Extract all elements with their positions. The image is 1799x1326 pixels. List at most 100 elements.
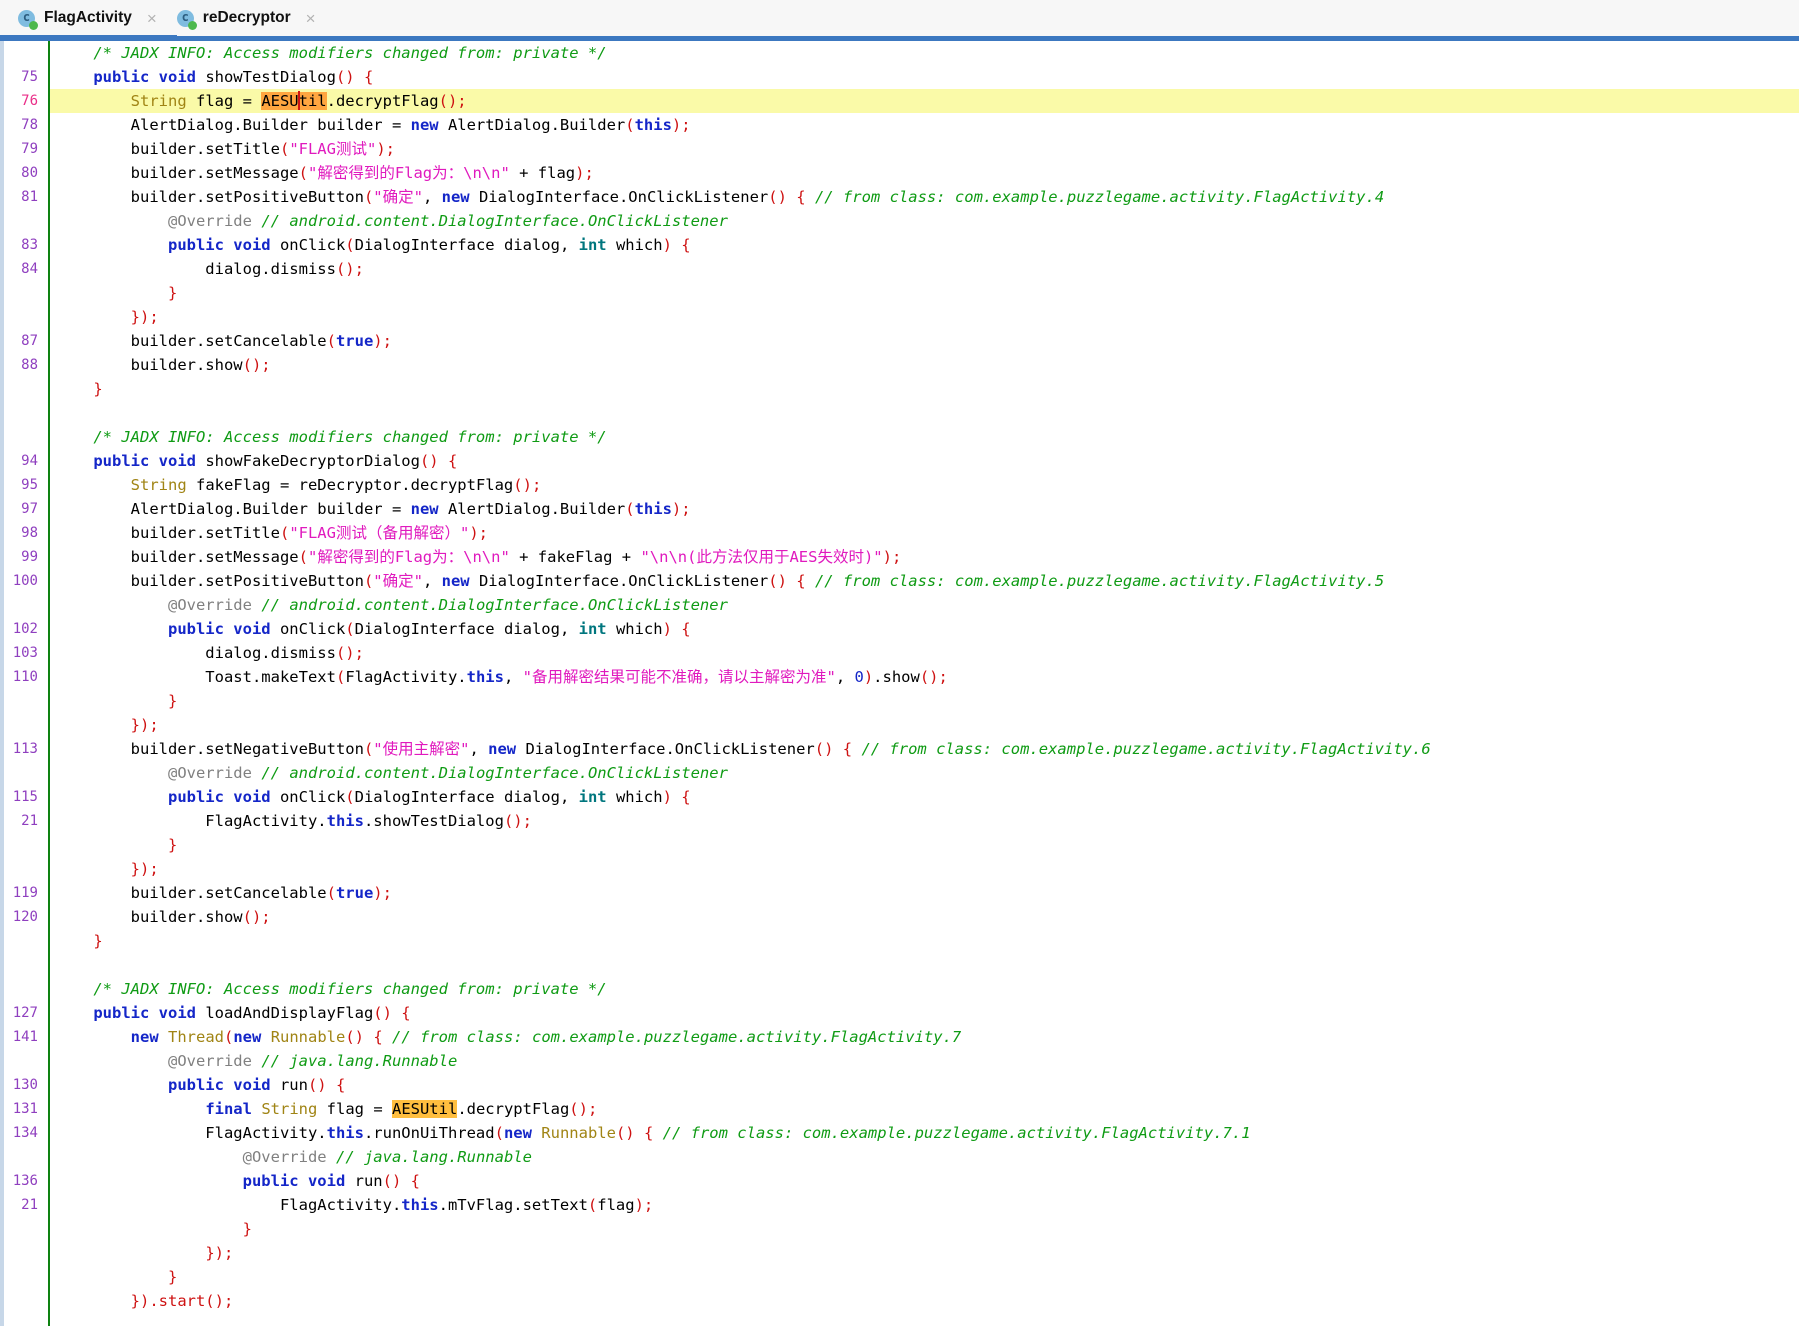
- code-line[interactable]: /* JADX INFO: Access modifiers changed f…: [0, 425, 1799, 449]
- line-number: 80: [0, 161, 38, 185]
- code-token: ();: [336, 644, 364, 662]
- code-line[interactable]: 120 builder.show();: [0, 905, 1799, 929]
- code-token: );: [635, 1196, 654, 1214]
- code-token: new: [411, 500, 439, 518]
- code-token: (: [345, 236, 354, 254]
- close-icon[interactable]: ×: [147, 10, 157, 27]
- code-token: public void: [93, 68, 196, 86]
- code-line[interactable]: 94 public void showFakeDecryptorDialog()…: [0, 449, 1799, 473]
- code-token: });: [131, 860, 159, 878]
- code-token: [56, 620, 168, 638]
- code-line[interactable]: }: [0, 1265, 1799, 1289]
- search-highlight-current: til: [299, 92, 327, 110]
- code-line[interactable]: 97 AlertDialog.Builder builder = new Ale…: [0, 497, 1799, 521]
- tab-redecryptor[interactable]: c reDecryptor ×: [171, 0, 330, 36]
- code-line[interactable]: 21 FlagActivity.this.mTvFlag.setText(fla…: [0, 1193, 1799, 1217]
- code-line[interactable]: @Override // java.lang.Runnable: [0, 1145, 1799, 1169]
- code-line[interactable]: });: [0, 305, 1799, 329]
- code-line[interactable]: 131 final String flag = AESUtil.decryptF…: [0, 1097, 1799, 1121]
- code-area[interactable]: /* JADX INFO: Access modifiers changed f…: [0, 41, 1799, 1313]
- code-line[interactable]: 110 Toast.makeText(FlagActivity.this, "备…: [0, 665, 1799, 689]
- code-token: new: [233, 1028, 261, 1046]
- code-token: onClick: [271, 620, 346, 638]
- code-token: (: [327, 332, 336, 350]
- code-line[interactable]: 75 public void showTestDialog() {: [0, 65, 1799, 89]
- code-token: + flag: [510, 164, 575, 182]
- code-line[interactable]: 127 public void loadAndDisplayFlag() {: [0, 1001, 1799, 1025]
- code-line[interactable]: });: [0, 713, 1799, 737]
- code-line[interactable]: }: [0, 929, 1799, 953]
- code-line[interactable]: 79 builder.setTitle("FLAG测试");: [0, 137, 1799, 161]
- code-line[interactable]: }: [0, 281, 1799, 305]
- code-line[interactable]: 78 AlertDialog.Builder builder = new Ale…: [0, 113, 1799, 137]
- code-token: which: [607, 788, 663, 806]
- code-token: loadAndDisplayFlag: [196, 1004, 373, 1022]
- code-token: });: [131, 716, 159, 734]
- code-line[interactable]: 84 dialog.dismiss();: [0, 257, 1799, 281]
- code-line[interactable]: @Override // android.content.DialogInter…: [0, 209, 1799, 233]
- code-line[interactable]: 88 builder.show();: [0, 353, 1799, 377]
- line-number: 119: [0, 881, 38, 905]
- code-line[interactable]: 83 public void onClick(DialogInterface d…: [0, 233, 1799, 257]
- code-token: [252, 596, 261, 614]
- code-line[interactable]: 100 builder.setPositiveButton("确定", new …: [0, 569, 1799, 593]
- code-line[interactable]: [0, 401, 1799, 425]
- code-token: [56, 692, 168, 710]
- code-token: [56, 308, 131, 326]
- code-line[interactable]: @Override // java.lang.Runnable: [0, 1049, 1799, 1073]
- code-line[interactable]: [0, 953, 1799, 977]
- code-token: [56, 380, 93, 398]
- code-token: public void: [168, 788, 271, 806]
- code-line[interactable]: 136 public void run() {: [0, 1169, 1799, 1193]
- code-line[interactable]: });: [0, 1241, 1799, 1265]
- code-line[interactable]: 115 public void onClick(DialogInterface …: [0, 785, 1799, 809]
- code-token: // from class: com.example.puzzlegame.ac…: [815, 188, 1384, 206]
- code-line[interactable]: }: [0, 833, 1799, 857]
- code-line[interactable]: 81 builder.setPositiveButton("确定", new D…: [0, 185, 1799, 209]
- code-token: }: [168, 284, 177, 302]
- code-token: builder.setTitle: [56, 524, 280, 542]
- code-line[interactable]: 119 builder.setCancelable(true);: [0, 881, 1799, 905]
- code-token: true: [336, 884, 373, 902]
- code-line[interactable]: }: [0, 377, 1799, 401]
- code-line[interactable]: }: [0, 1217, 1799, 1241]
- code-line[interactable]: 103 dialog.dismiss();: [0, 641, 1799, 665]
- tab-flagactivity[interactable]: c FlagActivity ×: [12, 0, 171, 36]
- code-line[interactable]: 21 FlagActivity.this.showTestDialog();: [0, 809, 1799, 833]
- code-token: Runnable: [541, 1124, 616, 1142]
- code-token: }).start();: [131, 1292, 234, 1310]
- code-line[interactable]: 134 FlagActivity.this.runOnUiThread(new …: [0, 1121, 1799, 1145]
- code-token: // from class: com.example.puzzlegame.ac…: [392, 1028, 961, 1046]
- code-line[interactable]: /* JADX INFO: Access modifiers changed f…: [0, 977, 1799, 1001]
- code-line[interactable]: /* JADX INFO: Access modifiers changed f…: [0, 41, 1799, 65]
- line-number: 83: [0, 233, 38, 257]
- code-line[interactable]: @Override // android.content.DialogInter…: [0, 593, 1799, 617]
- code-token: "FLAG测试": [289, 140, 376, 158]
- code-line[interactable]: 80 builder.setMessage("解密得到的Flag为：\n\n" …: [0, 161, 1799, 185]
- code-line[interactable]: }).start();: [0, 1289, 1799, 1313]
- code-line[interactable]: });: [0, 857, 1799, 881]
- code-token: run: [271, 1076, 308, 1094]
- code-token: DialogInterface dialog,: [355, 788, 579, 806]
- code-line[interactable]: 87 builder.setCancelable(true);: [0, 329, 1799, 353]
- code-line[interactable]: 130 public void run() {: [0, 1073, 1799, 1097]
- code-line[interactable]: 98 builder.setTitle("FLAG测试（备用解密）");: [0, 521, 1799, 545]
- code-token: builder.setNegativeButton: [56, 740, 364, 758]
- code-token: .mTvFlag.setText: [439, 1196, 588, 1214]
- code-line[interactable]: 113 builder.setNegativeButton("使用主解密", n…: [0, 737, 1799, 761]
- code-line[interactable]: 76 String flag = AESUtil.decryptFlag();: [0, 89, 1799, 113]
- code-token: dialog.dismiss: [56, 260, 336, 278]
- code-token: this: [327, 1124, 364, 1142]
- code-token: FlagActivity.: [345, 668, 466, 686]
- code-token: ();: [920, 668, 948, 686]
- code-token: () {: [420, 452, 457, 470]
- close-icon[interactable]: ×: [306, 10, 316, 27]
- code-line[interactable]: 99 builder.setMessage("解密得到的Flag为：\n\n" …: [0, 545, 1799, 569]
- code-line[interactable]: 102 public void onClick(DialogInterface …: [0, 617, 1799, 641]
- code-line[interactable]: 95 String fakeFlag = reDecryptor.decrypt…: [0, 473, 1799, 497]
- code-token: public void: [93, 1004, 196, 1022]
- code-token: [56, 1172, 243, 1190]
- code-line[interactable]: @Override // android.content.DialogInter…: [0, 761, 1799, 785]
- code-line[interactable]: }: [0, 689, 1799, 713]
- code-line[interactable]: 141 new Thread(new Runnable() { // from …: [0, 1025, 1799, 1049]
